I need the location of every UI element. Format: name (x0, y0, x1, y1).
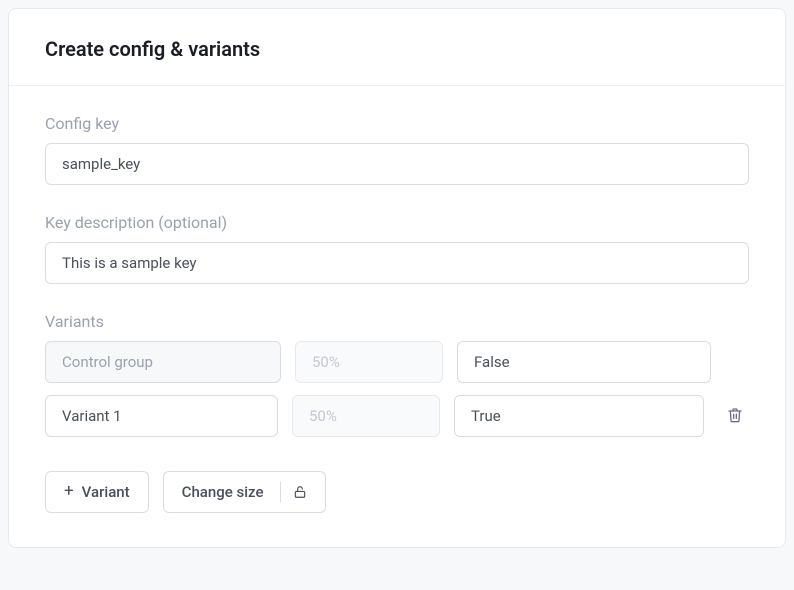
add-variant-label: Variant (82, 483, 130, 501)
lock-open-icon (293, 485, 307, 499)
plus-icon: + (64, 483, 74, 500)
change-size-button[interactable]: Change size (163, 471, 326, 513)
key-description-label: Key description (optional) (45, 213, 749, 232)
config-key-field: Config key (45, 114, 749, 185)
actions-row: + Variant Change size (45, 471, 749, 513)
create-config-card: Create config & variants Config key Key … (8, 8, 786, 548)
variant-row (45, 395, 749, 437)
variants-label: Variants (45, 312, 749, 331)
card-header: Create config & variants (9, 9, 785, 86)
variant-value-input[interactable] (454, 395, 704, 437)
key-description-input[interactable] (45, 242, 749, 284)
card-body: Config key Key description (optional) Va… (9, 86, 785, 547)
card-title: Create config & variants (45, 37, 749, 61)
variants-section: Variants (45, 312, 749, 437)
variant-value-input[interactable] (457, 341, 711, 383)
add-variant-button[interactable]: + Variant (45, 471, 149, 513)
variant-percent-input (292, 395, 440, 437)
config-key-input[interactable] (45, 143, 749, 185)
change-size-label: Change size (182, 483, 264, 501)
variant-percent-input (295, 341, 443, 383)
config-key-label: Config key (45, 114, 749, 133)
variant-row (45, 341, 749, 383)
variant-name-input (45, 341, 281, 383)
delete-variant-button[interactable] (722, 402, 749, 430)
trash-icon (727, 407, 743, 426)
button-divider (280, 482, 281, 502)
variant-name-input[interactable] (45, 395, 278, 437)
key-description-field: Key description (optional) (45, 213, 749, 284)
